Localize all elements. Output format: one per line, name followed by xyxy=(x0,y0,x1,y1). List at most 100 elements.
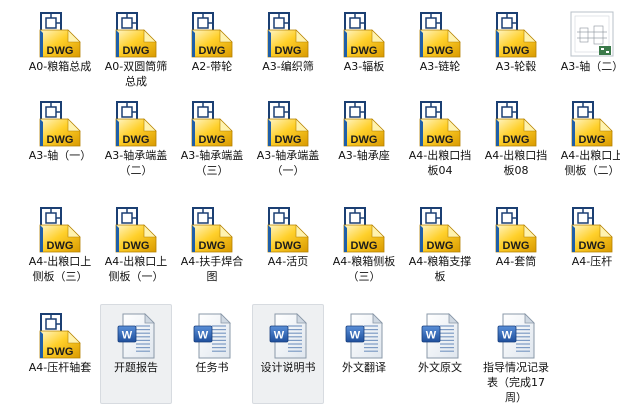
svg-text:DWG: DWG xyxy=(47,134,74,146)
word-document-icon: W xyxy=(112,311,160,359)
file-name-label: A4-压杆轴套 xyxy=(28,361,92,374)
dwg-file-icon: DWG xyxy=(416,99,464,147)
file-grid: DWG A0-粮箱总成 DWG A0-双圆筒筛总成 DWG A2-带轮 DWG A3-编织筛 D… xyxy=(0,0,620,412)
file-name-label: A3-轴承端盖（三） xyxy=(180,149,244,177)
svg-text:DWG: DWG xyxy=(47,346,74,358)
dwg-file-icon: DWG xyxy=(36,205,84,253)
dwg-file-icon: DWG xyxy=(492,205,540,253)
file-name-label: A0-粮箱总成 xyxy=(28,60,92,73)
file-item[interactable]: A3-轴（二） xyxy=(556,3,620,103)
file-item[interactable]: DWG A4-出粮口挡板08 xyxy=(480,92,552,192)
file-name-label: 指导情况记录表（完成17周） xyxy=(483,361,549,404)
svg-text:DWG: DWG xyxy=(427,134,454,146)
file-item[interactable]: DWG A4-出粮口上侧板（二） xyxy=(556,92,620,192)
dwg-file-icon: DWG xyxy=(188,205,236,253)
file-name-label: A3-轴（一） xyxy=(28,149,92,162)
dwg-file-icon: DWG xyxy=(416,205,464,253)
file-item[interactable]: DWG A4-活页 xyxy=(252,198,324,298)
file-item[interactable]: DWG A4-压杆轴套 xyxy=(24,304,96,404)
svg-text:DWG: DWG xyxy=(579,134,606,146)
file-item[interactable]: W 任务书 xyxy=(176,304,248,404)
file-item[interactable]: DWG A4-出粮口上侧板（三） xyxy=(24,198,96,298)
file-item[interactable]: W 开题报告 xyxy=(100,304,172,404)
dwg-file-icon: DWG xyxy=(36,10,84,58)
dwg-file-icon: DWG xyxy=(36,311,84,359)
word-document-icon: W xyxy=(492,311,540,359)
svg-text:DWG: DWG xyxy=(503,134,530,146)
file-item[interactable]: DWG A4-粮箱支撑板 xyxy=(404,198,476,298)
svg-text:DWG: DWG xyxy=(351,45,378,57)
file-name-label: A4-出粮口上侧板（一） xyxy=(104,255,168,283)
file-name-label: A4-出粮口挡板08 xyxy=(484,149,548,177)
file-item[interactable]: DWG A3-轴（一） xyxy=(24,92,96,192)
svg-text:DWG: DWG xyxy=(275,134,302,146)
file-item[interactable]: DWG A4-扶手焊合图 xyxy=(176,198,248,298)
file-item[interactable]: DWG A3-轴承端盖（二） xyxy=(100,92,172,192)
word-document-icon: W xyxy=(416,311,464,359)
file-item[interactable]: DWG A3-链轮 xyxy=(404,3,476,103)
svg-text:DWG: DWG xyxy=(275,45,302,57)
file-item[interactable]: DWG A3-轴承端盖（三） xyxy=(176,92,248,192)
svg-text:W: W xyxy=(502,330,513,342)
file-item[interactable]: W 外文翻译 xyxy=(328,304,400,404)
drawing-preview-icon xyxy=(568,10,616,58)
file-name-label: A2-带轮 xyxy=(191,60,233,73)
file-item[interactable]: DWG A4-出粮口上侧板（一） xyxy=(100,198,172,298)
svg-text:DWG: DWG xyxy=(47,240,74,252)
file-item[interactable]: DWG A3-轴承座 xyxy=(328,92,400,192)
file-name-label: 开题报告 xyxy=(114,361,158,374)
file-item[interactable]: DWG A0-双圆筒筛总成 xyxy=(100,3,172,103)
file-name-label: 任务书 xyxy=(195,361,229,374)
dwg-file-icon: DWG xyxy=(568,99,616,147)
file-item[interactable]: DWG A4-套筒 xyxy=(480,198,552,298)
file-item[interactable]: DWG A4-出粮口挡板04 xyxy=(404,92,476,192)
file-name-label: A4-活页 xyxy=(267,255,309,268)
file-name-label: A4-出粮口挡板04 xyxy=(408,149,472,177)
dwg-file-icon: DWG xyxy=(568,205,616,253)
dwg-file-icon: DWG xyxy=(340,10,388,58)
file-name-label: A4-出粮口上侧板（二） xyxy=(560,149,620,177)
file-item[interactable]: W 设计说明书 xyxy=(252,304,324,404)
svg-text:W: W xyxy=(122,330,133,342)
file-item[interactable]: DWG A3-轮毂 xyxy=(480,3,552,103)
file-name-label: A3-辐板 xyxy=(343,60,385,73)
svg-text:DWG: DWG xyxy=(427,45,454,57)
svg-text:W: W xyxy=(426,330,437,342)
svg-text:DWG: DWG xyxy=(351,134,378,146)
file-item[interactable]: W 外文原文 xyxy=(404,304,476,404)
svg-text:W: W xyxy=(198,330,209,342)
svg-text:DWG: DWG xyxy=(275,240,302,252)
dwg-file-icon: DWG xyxy=(112,10,160,58)
file-name-label: A3-轮毂 xyxy=(495,60,537,73)
file-name-label: A4-出粮口上侧板（三） xyxy=(28,255,92,283)
dwg-file-icon: DWG xyxy=(188,99,236,147)
word-document-icon: W xyxy=(340,311,388,359)
svg-text:DWG: DWG xyxy=(123,240,150,252)
word-document-icon: W xyxy=(264,311,312,359)
dwg-file-icon: DWG xyxy=(492,99,540,147)
svg-text:DWG: DWG xyxy=(123,45,150,57)
file-name-label: 外文原文 xyxy=(418,361,462,374)
file-item[interactable]: DWG A4-压杆 xyxy=(556,198,620,298)
dwg-file-icon: DWG xyxy=(340,205,388,253)
dwg-file-icon: DWG xyxy=(264,10,312,58)
file-item[interactable]: DWG A3-编织筛 xyxy=(252,3,324,103)
svg-text:DWG: DWG xyxy=(503,240,530,252)
file-item[interactable]: DWG A0-粮箱总成 xyxy=(24,3,96,103)
file-name-label: A3-轴（二） xyxy=(560,60,620,73)
file-name-label: A4-粮箱侧板（三） xyxy=(332,255,396,283)
file-item[interactable]: DWG A3-辐板 xyxy=(328,3,400,103)
dwg-file-icon: DWG xyxy=(188,10,236,58)
file-item[interactable]: DWG A4-粮箱侧板（三） xyxy=(328,198,400,298)
svg-text:W: W xyxy=(274,330,285,342)
file-item[interactable]: DWG A3-轴承端盖（一） xyxy=(252,92,324,192)
file-name-label: A3-链轮 xyxy=(419,60,461,73)
dwg-file-icon: DWG xyxy=(416,10,464,58)
dwg-file-icon: DWG xyxy=(492,10,540,58)
svg-text:DWG: DWG xyxy=(47,45,74,57)
file-item[interactable]: DWG A2-带轮 xyxy=(176,3,248,103)
svg-text:DWG: DWG xyxy=(503,45,530,57)
file-name-label: A3-编织筛 xyxy=(262,60,314,73)
dwg-file-icon: DWG xyxy=(112,205,160,253)
file-item[interactable]: W 指导情况记录表（完成17周） xyxy=(480,304,552,404)
